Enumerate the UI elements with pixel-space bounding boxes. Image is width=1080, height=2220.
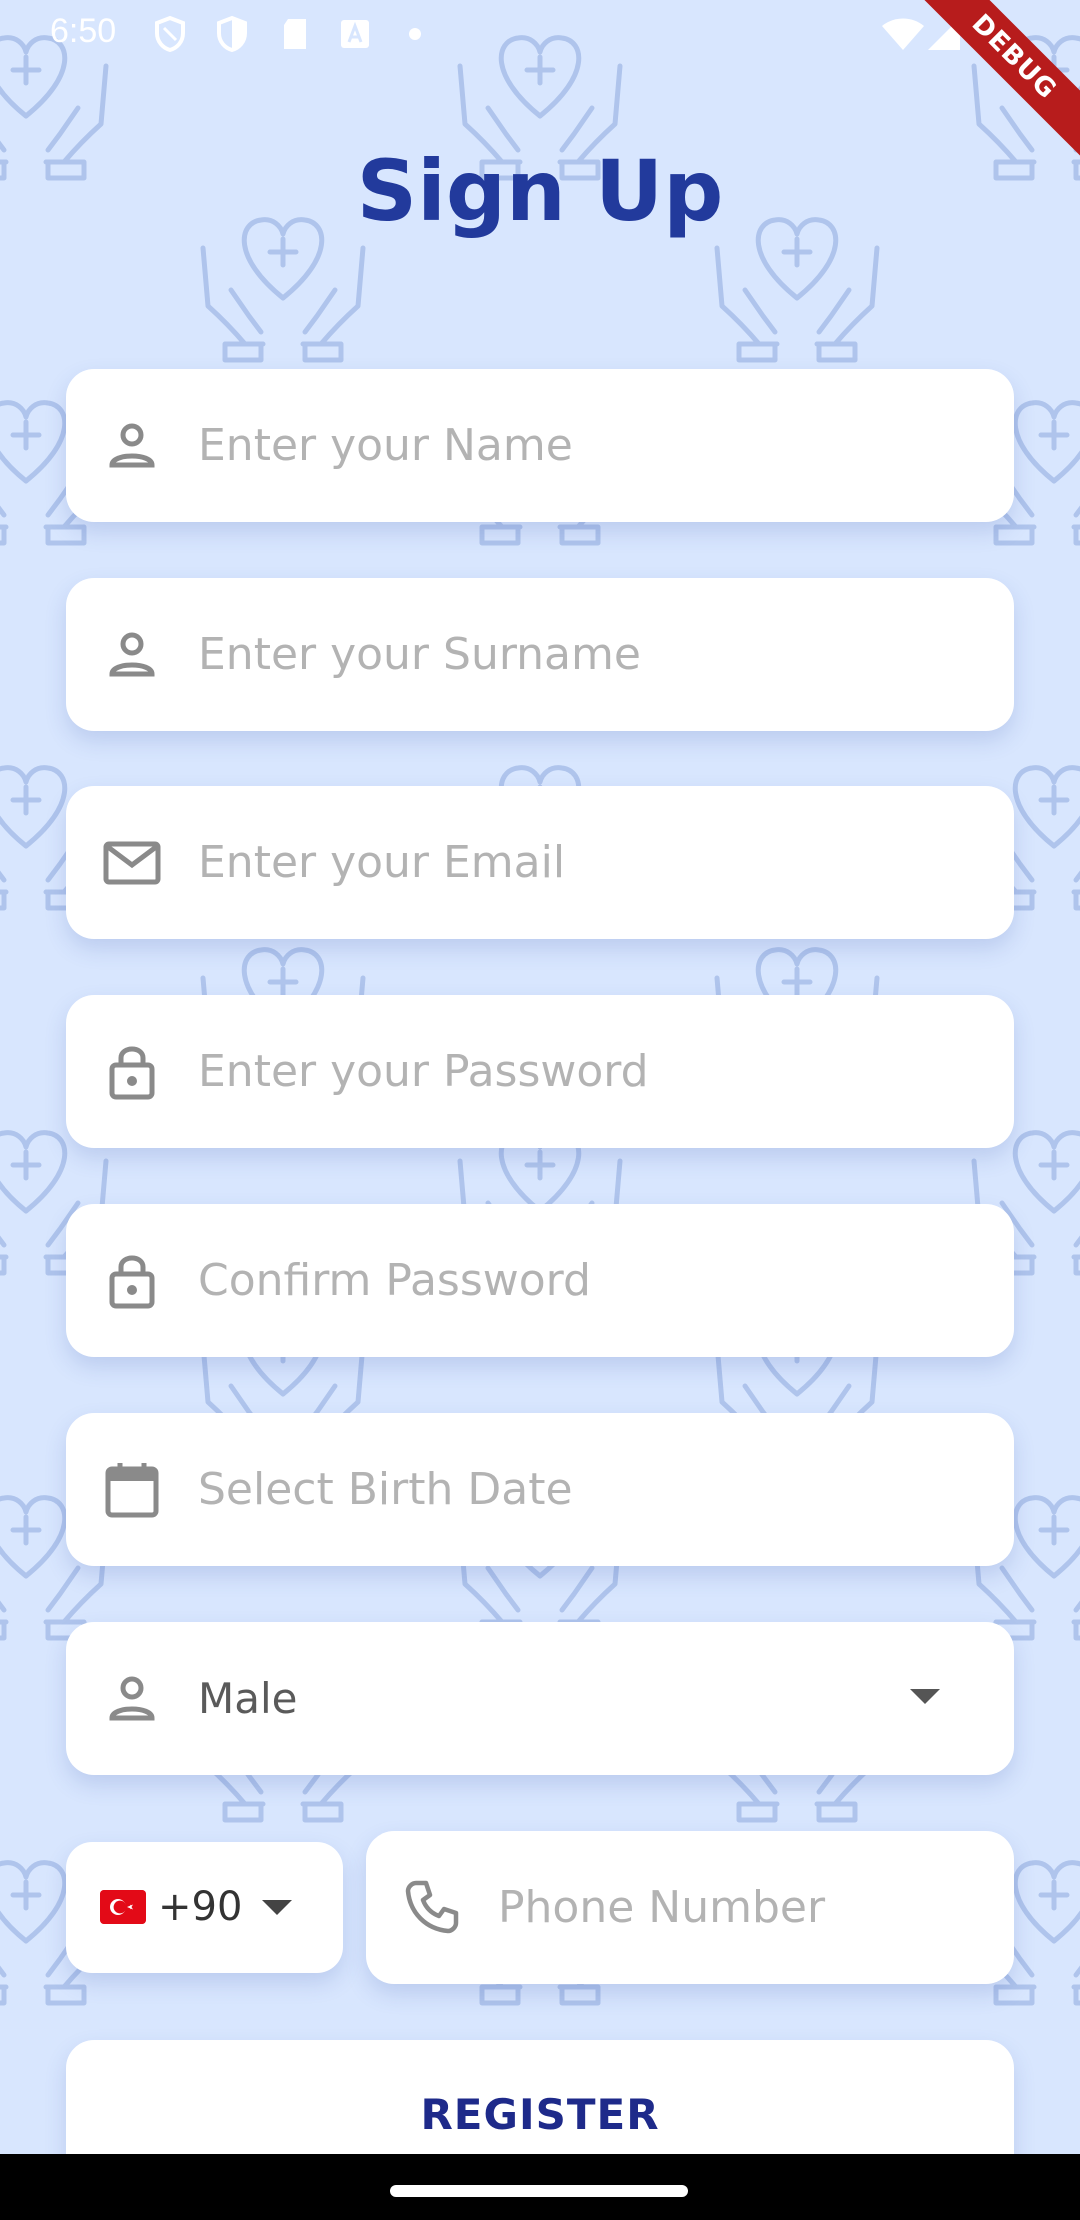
status-bar: 6:50 DEBUG: [0, 0, 1080, 166]
status-time: 6:50: [50, 12, 117, 50]
phone-field[interactable]: Phone Number: [366, 1831, 1014, 1984]
wifi-icon: [882, 18, 924, 50]
gender-dropdown[interactable]: Male: [66, 1622, 1014, 1775]
chevron-down-icon: [262, 1900, 292, 1915]
surname-placeholder: Enter your Surname: [198, 629, 641, 680]
person-icon: [109, 1676, 155, 1721]
password-field[interactable]: Enter your Password: [66, 995, 1014, 1148]
chevron-down-icon: [910, 1689, 940, 1704]
birth-date-field[interactable]: Select Birth Date: [66, 1413, 1014, 1566]
country-code-value: +90: [158, 1884, 243, 1930]
phone-icon: [405, 1880, 459, 1934]
confirm-password-placeholder: Confirm Password: [198, 1255, 591, 1306]
shield-half-icon: [217, 15, 247, 53]
surname-field[interactable]: Enter your Surname: [66, 578, 1014, 731]
home-gesture-handle[interactable]: [390, 2185, 688, 2197]
name-placeholder: Enter your Name: [198, 420, 573, 471]
shield-icon: [155, 15, 185, 53]
mail-icon: [103, 841, 161, 885]
password-placeholder: Enter your Password: [198, 1046, 649, 1097]
font-icon: [341, 20, 369, 48]
email-field[interactable]: Enter your Email: [66, 786, 1014, 939]
country-code-picker[interactable]: +90: [66, 1842, 343, 1973]
gender-value: Male: [198, 1674, 298, 1723]
dot-icon: [409, 28, 421, 40]
birth-date-placeholder: Select Birth Date: [198, 1464, 573, 1515]
phone-placeholder: Phone Number: [498, 1882, 826, 1933]
person-icon: [109, 632, 155, 677]
person-icon: [109, 423, 155, 468]
sd-card-icon: [284, 19, 306, 49]
calendar-icon: [105, 1463, 159, 1518]
turkey-flag-icon: [100, 1890, 146, 1924]
name-field[interactable]: Enter your Name: [66, 369, 1014, 522]
confirm-password-field[interactable]: Confirm Password: [66, 1204, 1014, 1357]
email-placeholder: Enter your Email: [198, 837, 566, 888]
lock-icon: [109, 1255, 155, 1309]
page-title: Sign Up: [356, 142, 724, 240]
lock-icon: [109, 1046, 155, 1100]
signup-screen: 6:50 DEBUG Sign Up Enter your Name Enter…: [0, 0, 1080, 2220]
navigation-bar: [0, 2154, 1080, 2220]
